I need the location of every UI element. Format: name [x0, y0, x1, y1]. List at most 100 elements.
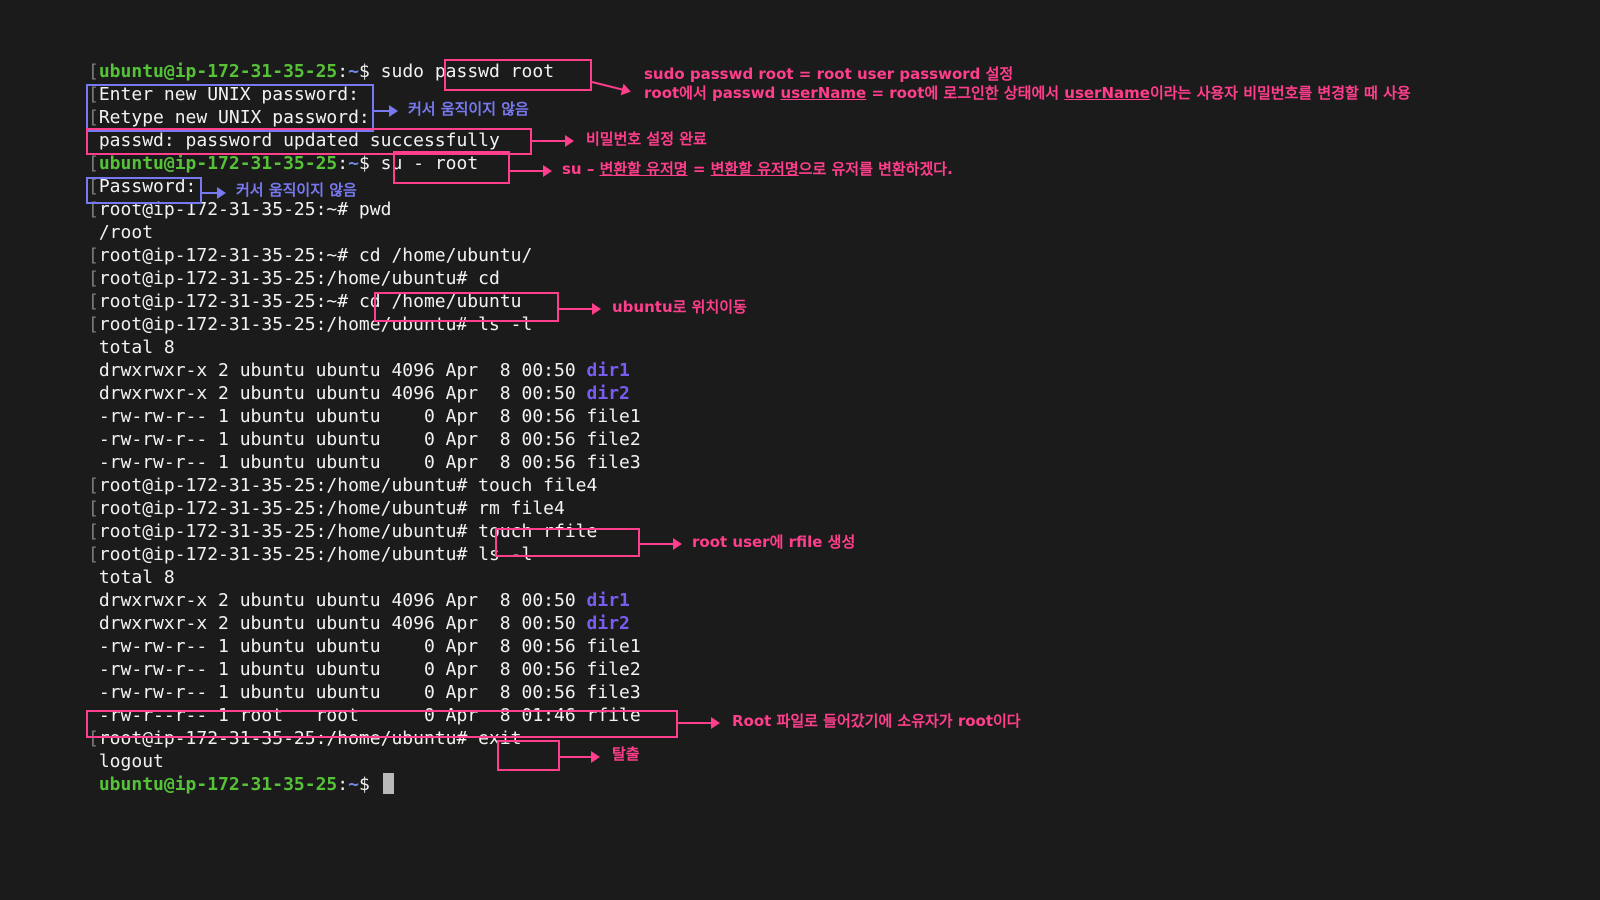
prompt-user: ubuntu@ip-172-31-35-25	[98, 61, 338, 82]
note-updated: 비밀번호 설정 완료	[586, 130, 707, 148]
arrow-owner	[678, 717, 720, 729]
line-text: drwxrwxr-x 2 ubuntu ubuntu 4096 Apr 8 00…	[98, 590, 587, 611]
ls-row-dir1: drwxrwxr-x 2 ubuntu ubuntu 4096 Apr 8 00…	[88, 589, 630, 612]
line-text: -rw-rw-r-- 1 ubuntu ubuntu 0 Apr 8 00:56…	[98, 406, 641, 427]
highlight-touch-rfile	[495, 528, 640, 557]
prompt-colon: :	[337, 153, 349, 174]
note-underlined: 변환할 유저명	[710, 160, 799, 178]
note-exit: 탈출	[612, 745, 640, 763]
line-bracket: [	[88, 153, 99, 174]
terminal-line-ls-2: [root@ip-172-31-35-25:/home/ubuntu# ls -…	[88, 543, 532, 566]
ls-row-file2: -rw-rw-r-- 1 ubuntu ubuntu 0 Apr 8 00:56…	[88, 658, 641, 681]
note-text: 이라는 사용자 비밀번호를 변경할 때 사용	[1149, 84, 1411, 102]
ls-row-file1: -rw-rw-r-- 1 ubuntu ubuntu 0 Apr 8 00:56…	[88, 635, 641, 658]
ls-row-file3: -rw-rw-r-- 1 ubuntu ubuntu 0 Apr 8 00:56…	[88, 681, 641, 704]
note-passwd-line1: sudo passwd root = root user password 설정	[644, 65, 1014, 83]
ls-row-dir2: drwxrwxr-x 2 ubuntu ubuntu 4096 Apr 8 00…	[88, 382, 630, 405]
note-text: su –	[562, 160, 600, 178]
highlight-cd-ubuntu	[374, 292, 559, 322]
line-bracket: [	[88, 291, 99, 312]
prompt-dollar: $	[358, 61, 381, 82]
line-text: root@ip-172-31-35-25:/home/ubuntu# ls -l	[98, 544, 533, 565]
ls-row-dir2: drwxrwxr-x 2 ubuntu ubuntu 4096 Apr 8 00…	[88, 612, 630, 635]
arrow-cursor-1	[374, 105, 398, 117]
dir-name-dir1: dir1	[586, 590, 630, 611]
terminal-line-cd: [root@ip-172-31-35-25:/home/ubuntu# cd	[88, 267, 500, 290]
prompt-dollar: $	[358, 774, 381, 795]
arrow-passwd	[591, 81, 630, 93]
note-rfile: root user에 rfile 생성	[692, 533, 856, 551]
highlight-password	[86, 177, 202, 204]
line-text: total 8	[98, 337, 175, 358]
line-text: -rw-rw-r-- 1 ubuntu ubuntu 0 Apr 8 00:56…	[98, 659, 641, 680]
line-bracket: [	[88, 268, 99, 289]
highlight-passwd-root	[444, 59, 592, 91]
dir-name-dir2: dir2	[586, 383, 630, 404]
highlight-exit	[497, 740, 560, 771]
note-underlined: userName	[1064, 84, 1150, 102]
line-text: drwxrwxr-x 2 ubuntu ubuntu 4096 Apr 8 00…	[98, 613, 587, 634]
terminal-line-pwd-output: /root	[88, 221, 153, 244]
highlight-su-root	[393, 151, 510, 184]
ls-row-file1: -rw-rw-r-- 1 ubuntu ubuntu 0 Apr 8 00:56…	[88, 405, 641, 428]
prompt-colon: :	[337, 61, 349, 82]
command-sudo: sudo	[380, 61, 435, 82]
line-bracket: [	[88, 498, 99, 519]
terminal-line-final-prompt[interactable]: ubuntu@ip-172-31-35-25:~$	[88, 773, 394, 796]
highlight-password-prompts	[86, 84, 374, 132]
terminal-window[interactable]: [ubuntu@ip-172-31-35-25:~$ sudo passwd r…	[0, 0, 1600, 900]
line-text: logout	[98, 751, 164, 772]
note-passwd-line2: root에서 passwd userName = root에 로그인한 상태에서…	[644, 84, 1411, 103]
line-text: root@ip-172-31-35-25:/home/ubuntu# touch…	[98, 475, 598, 496]
note-su: su – 변환할 유저명 = 변환할 유저명으로 유저를 변환하겠다.	[562, 160, 953, 179]
prompt-tilde: ~	[348, 61, 359, 82]
line-text: /root	[98, 222, 154, 243]
ls-row-file3: -rw-rw-r-- 1 ubuntu ubuntu 0 Apr 8 00:56…	[88, 451, 641, 474]
terminal-line-rm-file4: [root@ip-172-31-35-25:/home/ubuntu# rm f…	[88, 497, 565, 520]
ls-total-1: total 8	[88, 336, 175, 359]
note-text: 으로 유저를 변환하겠다.	[798, 160, 953, 178]
note-underlined: userName	[780, 84, 867, 102]
prompt-colon: :	[337, 774, 349, 795]
terminal-line-touch-file4: [root@ip-172-31-35-25:/home/ubuntu# touc…	[88, 474, 597, 497]
line-text: root@ip-172-31-35-25:/home/ubuntu# cd	[98, 268, 500, 289]
arrow-exit	[560, 751, 600, 763]
ls-total-2: total 8	[88, 566, 175, 589]
line-text: -rw-rw-r-- 1 ubuntu ubuntu 0 Apr 8 00:56…	[98, 429, 641, 450]
arrow-updated	[532, 135, 574, 147]
line-bracket: [	[88, 521, 99, 542]
line-bracket: [	[88, 61, 99, 82]
text-cursor	[382, 773, 394, 794]
dir-name-dir2: dir2	[586, 613, 630, 634]
note-cd: ubuntu로 위치이동	[612, 298, 747, 316]
line-text: drwxrwxr-x 2 ubuntu ubuntu 4096 Apr 8 00…	[98, 383, 587, 404]
line-text: drwxrwxr-x 2 ubuntu ubuntu 4096 Apr 8 00…	[98, 360, 587, 381]
line-text: -rw-rw-r-- 1 ubuntu ubuntu 0 Apr 8 00:56…	[98, 452, 641, 473]
line-text: total 8	[98, 567, 175, 588]
line-bracket: [	[88, 475, 99, 496]
prompt-dollar: $	[358, 153, 381, 174]
prompt-user: ubuntu@ip-172-31-35-25	[98, 774, 338, 795]
line-text: root@ip-172-31-35-25:~# cd /home/ubuntu/	[98, 245, 533, 266]
note-cursor-1: 커서 움직이지 않음	[408, 100, 529, 118]
highlight-rfile-row	[86, 710, 678, 738]
terminal-line-logout: logout	[88, 750, 164, 773]
arrow-su	[510, 165, 552, 177]
ls-row-file2: -rw-rw-r-- 1 ubuntu ubuntu 0 Apr 8 00:56…	[88, 428, 641, 451]
line-bracket: [	[88, 314, 99, 335]
ls-row-dir1: drwxrwxr-x 2 ubuntu ubuntu 4096 Apr 8 00…	[88, 359, 630, 382]
prompt-user: ubuntu@ip-172-31-35-25	[98, 153, 338, 174]
arrow-cursor-2	[202, 187, 226, 199]
note-text: = root에 로그인한 상태에서	[866, 84, 1065, 102]
prompt-tilde: ~	[348, 153, 359, 174]
dir-name-dir1: dir1	[586, 360, 630, 381]
arrow-cd	[559, 303, 601, 315]
line-bracket: [	[88, 544, 99, 565]
line-bracket: [	[88, 245, 99, 266]
arrow-rfile	[640, 538, 682, 550]
line-prompt: root@ip-172-31-35-25:~#	[98, 291, 359, 312]
note-underlined: 변환할 유저명	[599, 160, 688, 178]
line-text: root@ip-172-31-35-25:/home/ubuntu# rm fi…	[98, 498, 565, 519]
prompt-tilde: ~	[348, 774, 359, 795]
terminal-line-cd-home: [root@ip-172-31-35-25:~# cd /home/ubuntu…	[88, 244, 532, 267]
